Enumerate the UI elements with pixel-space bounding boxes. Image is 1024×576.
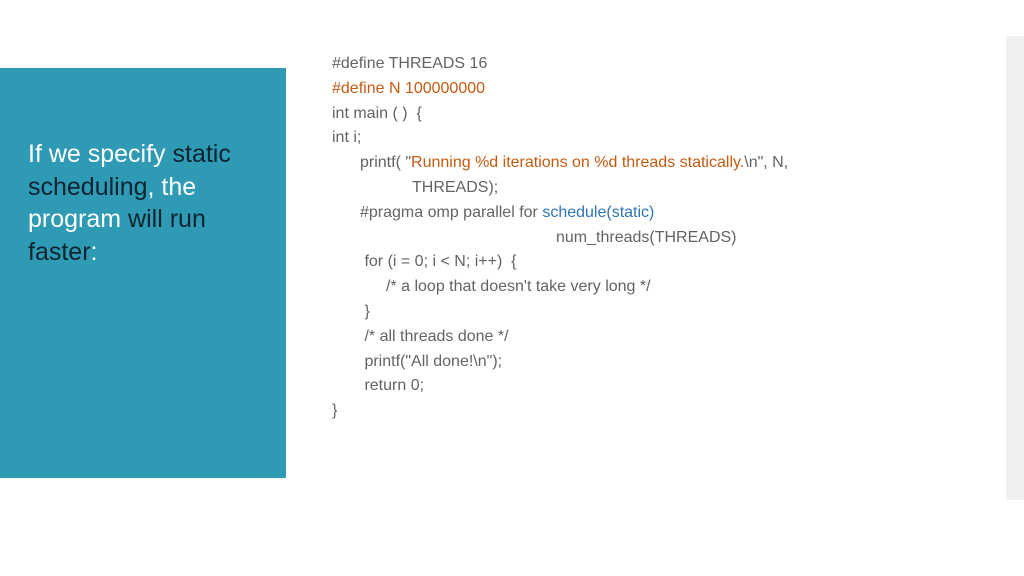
title-text-3: :: [91, 238, 98, 266]
code-line: #pragma omp parallel for schedule(static…: [332, 201, 972, 226]
code-line: }: [332, 300, 972, 325]
code-line: /* all threads done */: [332, 325, 972, 350]
code-line: printf( "Running %d iterations on %d thr…: [332, 151, 972, 176]
code-line: printf("All done!\n");: [332, 350, 972, 375]
code-span: schedule(static): [542, 204, 654, 221]
code-line: #define N 100000000: [332, 77, 972, 102]
code-block: #define THREADS 16 #define N 100000000 i…: [332, 52, 972, 424]
title-panel: If we specify static scheduling, the pro…: [0, 68, 286, 478]
code-line: int i;: [332, 126, 972, 151]
code-span: #pragma omp parallel for: [360, 204, 542, 221]
scrollbar-track[interactable]: [1006, 36, 1024, 500]
code-line: #define THREADS 16: [332, 52, 972, 77]
code-line: /* a loop that doesn't take very long */: [332, 275, 972, 300]
code-span: \n", N,: [744, 154, 788, 171]
code-line: return 0;: [332, 374, 972, 399]
code-span: printf( ": [360, 154, 411, 171]
code-line: int main ( ) {: [332, 102, 972, 127]
code-line: THREADS);: [332, 176, 972, 201]
code-line: }: [332, 399, 972, 424]
code-line: num_threads(THREADS): [332, 226, 972, 251]
title-text-1: If we specify: [28, 140, 173, 168]
slide: If we specify static scheduling, the pro…: [0, 0, 1024, 576]
code-line: for (i = 0; i < N; i++) {: [332, 250, 972, 275]
code-span: Running %d iterations on %d threads stat…: [411, 154, 744, 171]
